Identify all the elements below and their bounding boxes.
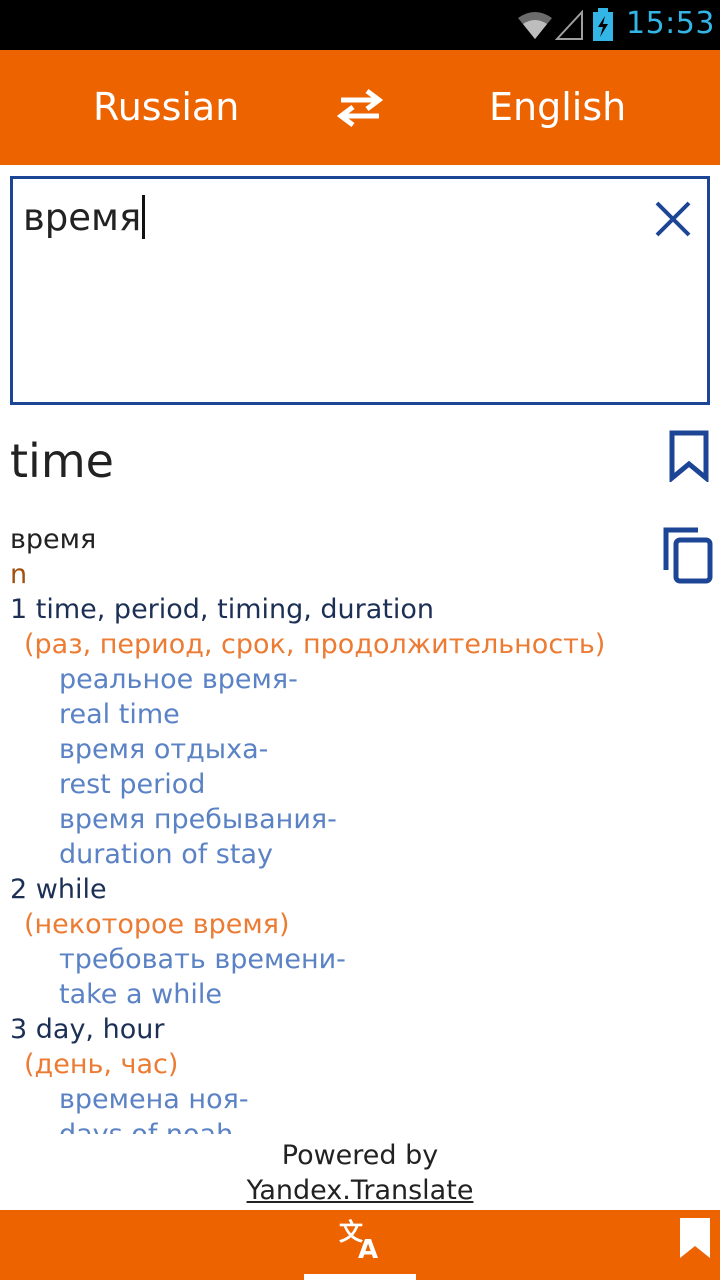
bookmark-icon[interactable] xyxy=(678,1216,712,1260)
meaning-example: days of noah xyxy=(10,1117,650,1134)
meaning-example: duration of stay xyxy=(59,839,273,870)
meaning-example: время пребывания- xyxy=(59,804,337,835)
dictionary-source-word: время xyxy=(10,524,97,555)
language-bar: Russian English xyxy=(0,50,720,165)
meaning-example: времена ноя- xyxy=(59,1084,249,1115)
part-of-speech: n xyxy=(10,559,28,590)
text-caret xyxy=(142,195,146,239)
meaning-example: время отдыха- xyxy=(59,734,269,765)
meaning-definition: 3 day, hour xyxy=(10,1014,165,1045)
meaning-example: rest period xyxy=(59,769,206,800)
meaning-definition: 1 time, period, timing, duration xyxy=(10,594,435,625)
meaning-example: реальное время- xyxy=(59,664,298,695)
meaning-synonyms: (день, час) xyxy=(24,1049,179,1080)
meaning-synonyms: (раз, период, срок, продолжительность) xyxy=(24,629,606,660)
meaning-synonyms: (некоторое время) xyxy=(24,909,290,940)
target-language-button[interactable]: English xyxy=(489,85,626,129)
bookmark-icon[interactable] xyxy=(668,430,710,482)
swap-arrows-icon[interactable] xyxy=(335,88,385,128)
powered-by-label: Powered by xyxy=(281,1140,439,1171)
signal-icon xyxy=(555,10,583,40)
active-tab-indicator xyxy=(304,1274,416,1280)
status-clock: 15:53 xyxy=(626,6,715,41)
svg-text:A: A xyxy=(358,1235,378,1260)
translation-result: time xyxy=(10,434,114,488)
source-text-value[interactable]: время xyxy=(23,195,146,239)
battery-charging-icon xyxy=(593,8,613,41)
meaning-definition: 2 while xyxy=(10,874,107,905)
status-bar: 15:53 xyxy=(0,0,720,50)
yandex-translate-link[interactable]: Yandex.Translate xyxy=(247,1175,474,1206)
translate-icon: 文 A xyxy=(339,1218,378,1260)
tab-translate[interactable]: 文 A xyxy=(304,1210,416,1280)
copy-icon[interactable] xyxy=(662,526,714,584)
wifi-icon xyxy=(518,12,552,39)
source-language-button[interactable]: Russian xyxy=(93,85,239,129)
meaning-example: real time xyxy=(59,699,180,730)
bottom-navigation: 文 A xyxy=(0,1210,720,1280)
meaning-example: требовать времени- xyxy=(59,944,346,975)
dictionary-entry: время n 1 time, period, timing, duration… xyxy=(10,522,650,1134)
meaning-example: take a while xyxy=(59,979,222,1010)
powered-by: Powered by Yandex.Translate xyxy=(0,1138,720,1208)
source-text-input[interactable]: время xyxy=(10,176,710,405)
close-icon[interactable] xyxy=(653,199,693,239)
